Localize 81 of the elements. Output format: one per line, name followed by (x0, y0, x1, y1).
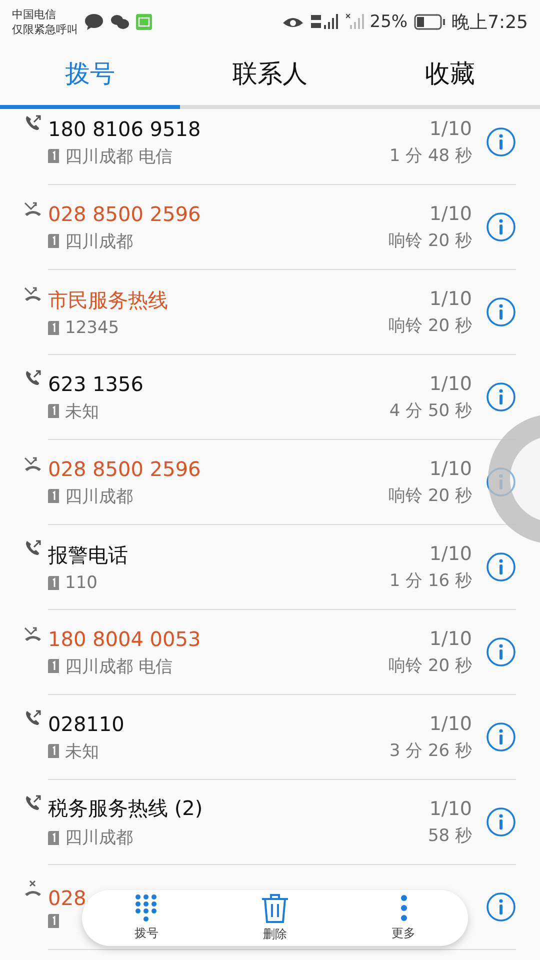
signal-icon (310, 13, 340, 31)
chat-icon (110, 14, 130, 30)
outgoing-call-icon (24, 114, 42, 132)
caller-name: 623 1356 (48, 372, 144, 396)
signal-icon (346, 13, 364, 31)
sim-card-icon (48, 914, 59, 928)
sim-card-icon (48, 404, 59, 418)
call-duration: 1 分 48 秒 (389, 144, 472, 166)
toolbar-button[interactable]: 删除 (210, 890, 340, 946)
caller-location: 110 (65, 572, 98, 592)
caller-location: 四川成都 (65, 230, 133, 252)
sim-card-icon (48, 830, 59, 844)
info-icon[interactable] (486, 722, 516, 752)
caller-location: 四川成都 电信 (65, 656, 172, 678)
rejected-call-icon (24, 879, 42, 897)
toolbar-button[interactable]: 更多 (339, 890, 468, 946)
sim-card-icon (48, 149, 59, 163)
sim-card-icon (48, 659, 59, 673)
call-duration: 3 分 26 秒 (389, 740, 472, 762)
outgoing-call-icon (24, 709, 42, 727)
caller-name: 180 8004 0053 (48, 626, 201, 650)
call-duration: 响铃 20 秒 (388, 230, 472, 252)
call-duration: 响铃 20 秒 (388, 654, 472, 676)
caller-name: 市民服务热线 (48, 286, 168, 314)
tab[interactable]: 联系人 (180, 42, 360, 109)
chat-bubble-icon (84, 13, 104, 31)
caller-name: 028110 (48, 712, 124, 736)
info-icon[interactable] (486, 297, 516, 327)
info-icon[interactable] (486, 467, 516, 497)
more-icon (400, 894, 408, 922)
caller-name: 税务服务热线 (2) (48, 795, 203, 822)
sim-card-icon (48, 744, 59, 758)
caller-name: 180 8106 9518 (48, 116, 201, 140)
caller-location: 未知 (65, 400, 99, 422)
call-duration: 1 分 16 秒 (389, 570, 472, 592)
sim-card-icon (48, 576, 59, 590)
info-icon[interactable] (486, 552, 516, 582)
caller-location: 四川成都 (65, 486, 133, 508)
sim-card-icon (48, 234, 59, 248)
caller-name: 028 8500 2596 (48, 456, 201, 480)
call-duration: 响铃 20 秒 (388, 484, 472, 506)
carrier-name: 中国电信 (12, 7, 57, 22)
info-icon[interactable] (486, 892, 516, 922)
tab[interactable]: 收藏 (360, 42, 540, 109)
outgoing-call-icon (24, 539, 42, 557)
call-date: 1/10 (429, 372, 472, 394)
outgoing-call-icon (24, 369, 42, 387)
caller-location: 四川成都 电信 (65, 146, 172, 168)
battery-icon (414, 14, 446, 30)
info-icon[interactable] (486, 637, 516, 667)
call-date: 1/10 (429, 712, 472, 734)
caller-name: 报警电话 (48, 542, 128, 568)
info-icon[interactable] (486, 212, 516, 242)
info-icon[interactable] (486, 382, 516, 412)
caller-location: 12345 (65, 318, 120, 338)
tab[interactable]: 拨号 (0, 42, 180, 109)
emergency-text: 仅限紧急呼叫 (12, 22, 78, 37)
call-date: 1/10 (429, 542, 472, 564)
call-date: 1/10 (429, 628, 472, 650)
sim-card-icon (48, 320, 59, 334)
call-date: 1/10 (429, 288, 472, 310)
info-icon[interactable] (486, 127, 516, 157)
call-date: 1/10 (429, 202, 472, 224)
info-icon[interactable] (486, 807, 516, 837)
caller-name: 028 (48, 886, 86, 910)
call-duration: 响铃 20 秒 (388, 314, 472, 336)
call-duration: 4 分 50 秒 (389, 400, 472, 422)
battery-percent: 25% (370, 12, 408, 32)
call-duration: 58 秒 (428, 824, 472, 846)
outgoing-call-icon (24, 794, 42, 812)
clock-time: 晚上7:25 (452, 11, 528, 34)
caller-name: 028 8500 2596 (48, 202, 201, 226)
call-date: 1/10 (429, 118, 472, 140)
app-icon (136, 14, 152, 30)
dialpad-icon (134, 894, 158, 922)
call-date: 1/10 (429, 798, 472, 820)
trash-icon (261, 893, 289, 923)
call-date: 1/10 (429, 458, 472, 480)
sim-card-icon (48, 489, 59, 503)
caller-location: 未知 (65, 740, 99, 762)
caller-location: 四川成都 (65, 827, 133, 849)
